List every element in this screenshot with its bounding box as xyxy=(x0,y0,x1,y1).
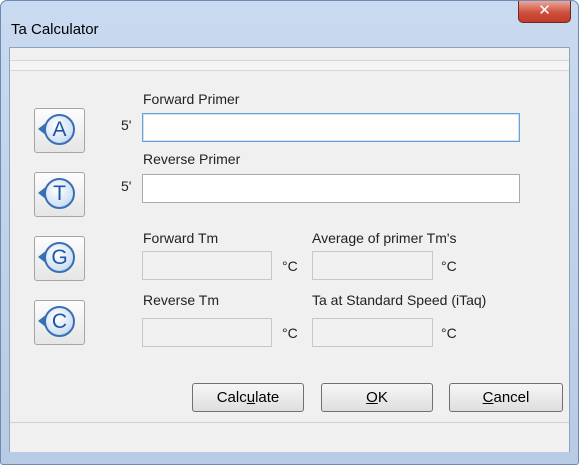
reverse-primer-input[interactable] xyxy=(142,174,520,203)
nucleotide-c-button[interactable]: C xyxy=(34,300,85,345)
ta-standard-label: Ta at Standard Speed (iTaq) xyxy=(312,292,487,308)
nucleotide-t-button[interactable]: T xyxy=(34,172,85,217)
reverse-tm-field xyxy=(142,318,272,347)
nucleotide-g-icon: G xyxy=(44,242,75,273)
nucleotide-a-button[interactable]: A xyxy=(34,108,85,153)
forward-tm-label: Forward Tm xyxy=(143,230,219,246)
nucleotide-t-icon: T xyxy=(44,178,75,209)
toolbar-strip xyxy=(10,60,569,71)
calculate-button[interactable]: Calculate xyxy=(192,383,304,412)
ok-button[interactable]: OK xyxy=(321,383,433,412)
reverse-primer-label: Reverse Primer xyxy=(143,151,241,167)
close-button[interactable]: ✕ xyxy=(518,1,571,23)
forward-primer-prefix: 5' xyxy=(121,117,132,133)
cancel-button[interactable]: Cancel xyxy=(449,383,563,412)
forward-primer-input[interactable] xyxy=(142,113,520,142)
average-tm-field xyxy=(312,251,433,280)
forward-primer-label: Forward Primer xyxy=(143,91,240,107)
ta-standard-field xyxy=(312,318,433,347)
reverse-primer-prefix: 5' xyxy=(121,178,132,194)
ta-standard-unit: °C xyxy=(441,325,457,341)
average-tm-label: Average of primer Tm's xyxy=(312,230,457,246)
status-bar xyxy=(10,422,569,452)
forward-tm-unit: °C xyxy=(282,258,298,274)
nucleotide-a-icon: A xyxy=(44,114,75,145)
forward-tm-field xyxy=(142,251,272,280)
nucleotide-g-button[interactable]: G xyxy=(34,236,85,281)
window-title: Ta Calculator xyxy=(11,21,99,38)
average-tm-unit: °C xyxy=(441,258,457,274)
dialog-window: Ta Calculator ✕ A T G C Forward Primer 5… xyxy=(0,0,579,465)
dialog-client-area: A T G C Forward Primer 5' Reverse Primer… xyxy=(9,47,570,452)
reverse-tm-label: Reverse Tm xyxy=(143,292,219,308)
reverse-tm-unit: °C xyxy=(282,325,298,341)
close-icon: ✕ xyxy=(538,1,551,19)
nucleotide-c-icon: C xyxy=(44,306,75,337)
